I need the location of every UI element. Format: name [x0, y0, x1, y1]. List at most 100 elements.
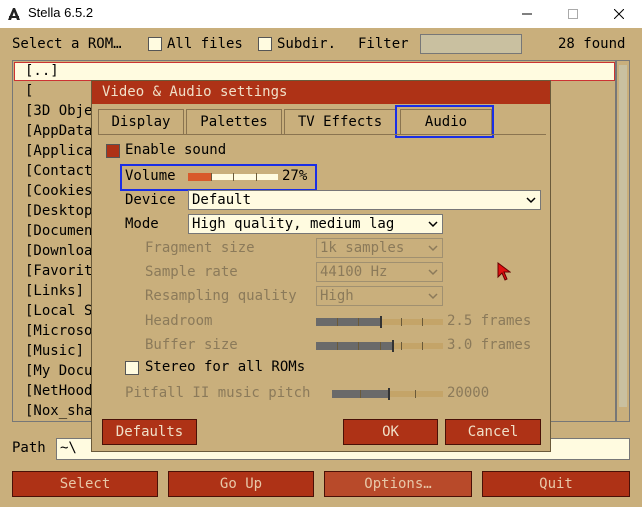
file-list-item[interactable]: [Cookies [25, 183, 92, 199]
headroom-slider [316, 316, 443, 328]
minimize-button[interactable] [504, 0, 550, 28]
slider-tick [211, 173, 212, 181]
fragment-size-label: Fragment size [145, 240, 255, 256]
subdir-label: Subdir. [277, 36, 337, 52]
quit-button[interactable]: Quit [482, 471, 630, 497]
selected-row[interactable] [14, 62, 615, 81]
defaults-button[interactable]: Defaults [102, 419, 197, 445]
path-label: Path [12, 440, 46, 456]
video-audio-dialog: Video & Audio settings Display Palettes … [91, 80, 551, 452]
sample-rate-value: 44100 Hz [320, 264, 388, 280]
buffer-size-value: 3.0 frames [447, 337, 532, 353]
dialog-tabs: Display Palettes TV Effects Audio [98, 105, 546, 138]
file-list-item[interactable]: [ [25, 83, 33, 99]
chevron-down-icon [428, 221, 438, 228]
tab-tv-effects[interactable]: TV Effects [284, 109, 396, 135]
volume-label: Volume [125, 168, 176, 184]
file-list-scrollbar[interactable] [616, 60, 630, 422]
slider-tick [360, 390, 361, 398]
mouse-pointer-icon [497, 262, 511, 281]
pitfall-pitch-slider [332, 388, 443, 400]
tabs-divider [98, 134, 546, 135]
window-title: Stella 6.5.2 [28, 5, 94, 20]
headroom-value: 2.5 frames [447, 313, 532, 329]
slider-tick [380, 342, 381, 350]
found-count: 28 found [558, 36, 626, 52]
mode-label: Mode [125, 216, 159, 232]
select-button[interactable]: Select [12, 471, 158, 497]
slider-tick [422, 318, 423, 326]
slider-knob [380, 316, 382, 328]
path-value: ~\ [60, 440, 77, 456]
pitfall-pitch-value: 20000 [447, 385, 490, 401]
headroom-label: Headroom [145, 313, 213, 329]
cancel-button[interactable]: Cancel [445, 419, 541, 445]
headroom-fill [316, 318, 380, 326]
all-files-label: All files [167, 36, 243, 52]
resampling-quality-select: High [316, 286, 443, 306]
buffer-size-label: Buffer size [145, 337, 238, 353]
dialog-title: Video & Audio settings [92, 81, 550, 104]
options-button[interactable]: Options… [324, 471, 472, 497]
stereo-checkbox[interactable] [125, 361, 139, 375]
file-list-item[interactable]: [Applica [25, 143, 92, 159]
slider-tick [415, 390, 416, 398]
filter-input[interactable] [420, 34, 522, 54]
file-list-item[interactable]: [Music] [25, 343, 84, 359]
resampling-quality-value: High [320, 288, 354, 304]
tab-palettes[interactable]: Palettes [186, 109, 282, 135]
window-titlebar: Stella 6.5.2 [0, 0, 642, 28]
file-list-item[interactable]: [Downloa [25, 243, 92, 259]
slider-tick [422, 342, 423, 350]
slider-tick [233, 173, 234, 181]
file-list-item[interactable]: [Microso [25, 323, 92, 339]
maximize-button[interactable] [550, 0, 596, 28]
close-icon [614, 9, 624, 19]
fragment-size-value: 1k samples [320, 240, 405, 256]
file-list-item[interactable]: [3D Obje [25, 103, 92, 119]
scrollbar-thumb[interactable] [619, 65, 627, 407]
volume-fill [188, 173, 212, 181]
device-select[interactable]: Default [188, 190, 541, 210]
file-list-item[interactable]: [Desktop [25, 203, 92, 219]
subdir-checkbox[interactable] [258, 37, 272, 51]
file-list-item[interactable]: [Nox_sha [25, 403, 92, 419]
close-button[interactable] [596, 0, 642, 28]
file-list-item[interactable]: [NetHood [25, 383, 92, 399]
go-up-button[interactable]: Go Up [168, 471, 314, 497]
resampling-quality-label: Resampling quality [145, 288, 297, 304]
mode-select[interactable]: High quality, medium lag [188, 214, 443, 234]
filter-label: Filter [358, 36, 409, 52]
volume-value: 27% [282, 168, 308, 184]
buffer-size-slider [316, 340, 443, 352]
slider-tick [256, 173, 257, 181]
ok-button[interactable]: OK [343, 419, 438, 445]
chevron-down-icon [428, 269, 438, 276]
file-list-item[interactable]: [Local S [25, 303, 92, 319]
file-list-item[interactable]: [..] [25, 63, 59, 79]
chevron-down-icon [526, 197, 536, 204]
file-list-item[interactable]: [Contact [25, 163, 92, 179]
pitfall-pitch-label: Pitfall II music pitch [125, 385, 311, 401]
launcher-topbar: Select a ROM… All files Subdir. Filter 2… [0, 28, 642, 60]
enable-sound-checkbox[interactable] [106, 144, 120, 158]
mode-value: High quality, medium lag [192, 216, 395, 232]
slider-knob [392, 340, 394, 352]
all-files-checkbox[interactable] [148, 37, 162, 51]
file-list-item[interactable]: [My Docu [25, 363, 92, 379]
file-list-item[interactable]: [Documen [25, 223, 92, 239]
minimize-icon [522, 13, 532, 15]
file-list-item[interactable]: [AppData [25, 123, 92, 139]
maximize-icon [568, 9, 578, 19]
slider-tick [358, 318, 359, 326]
file-list-item[interactable]: [Favorit [25, 263, 92, 279]
sample-rate-label: Sample rate [145, 264, 238, 280]
device-value: Default [192, 192, 252, 208]
stella-app-icon [8, 8, 20, 20]
volume-slider[interactable] [188, 171, 278, 183]
file-list-item[interactable]: [Links] [25, 283, 84, 299]
stereo-label: Stereo for all ROMs [145, 359, 306, 375]
tab-display[interactable]: Display [98, 109, 184, 135]
slider-tick [337, 342, 338, 350]
fragment-size-select: 1k samples [316, 238, 443, 258]
